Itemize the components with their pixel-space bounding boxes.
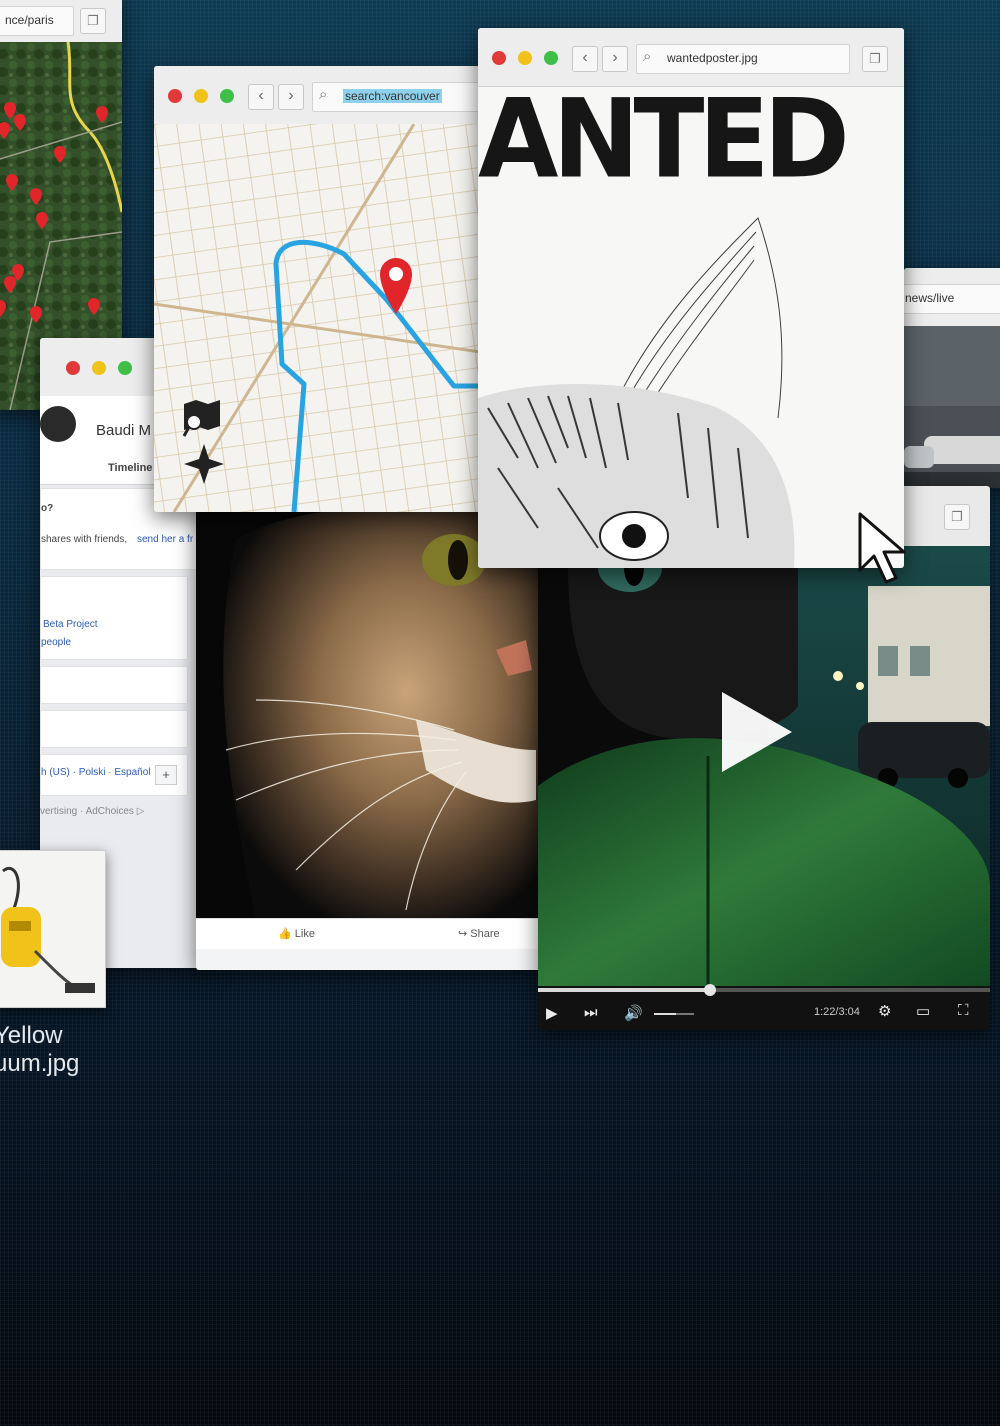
close-dot-icon[interactable] [168,89,182,103]
play-overlay-button[interactable] [722,692,792,772]
paris-address-bar[interactable]: nce/paris [0,6,74,36]
send-friend-request-link[interactable]: send her a fr [137,534,193,545]
project-link[interactable]: Beta Project [43,619,97,630]
ad-footer[interactable]: vertising · AdChoices ▷ [40,806,144,817]
friends-card [40,710,188,748]
minimize-dot-icon[interactable] [518,51,532,65]
paris-address-text: nce/paris [5,13,54,27]
maximize-dot-icon[interactable] [220,89,234,103]
back-icon[interactable]: ‹ [572,46,598,72]
news-street-image [904,326,1000,488]
intro-prefix: o? [41,503,54,514]
minimize-dot-icon[interactable] [92,361,106,375]
share-text: shares with friends, [41,534,128,545]
poster-address-bar[interactable]: ⌕ wantedposter.jpg [636,44,850,74]
language-list[interactable]: h (US) · Polski · Español [41,767,150,778]
back-icon[interactable]: ‹ [248,84,274,110]
copy-icon[interactable]: ❐ [862,46,888,72]
thumbs-up-icon: 👍 [278,928,292,940]
tab-timeline[interactable]: Timeline [108,462,152,474]
vancouver-map-window: ‹ › ⌕ search:vancouver [154,66,494,512]
progress-scrubber[interactable] [703,984,716,996]
street-map [154,124,494,512]
copy-icon[interactable]: ❐ [944,504,970,530]
like-label: Like [294,928,315,940]
file-caption-line2: uum.jpg [0,1050,80,1077]
volume-icon[interactable]: 🔊 [624,1004,643,1022]
news-live-window: news/live [904,268,1000,488]
post-action-bar: 👍 Like ↪ Share [196,918,556,949]
search-icon: ⌕ [319,86,328,103]
photos-card [40,666,188,704]
close-dot-icon[interactable] [492,51,506,65]
theater-mode-icon[interactable]: ▭ [916,1002,930,1020]
share-button[interactable]: ↪ Share [458,927,500,940]
vancouver-window-chrome: ‹ › ⌕ search:vancouver [154,66,494,125]
play-icon[interactable]: ▶ [546,1004,558,1022]
copy-icon[interactable]: ❐ [80,8,106,34]
forward-icon[interactable]: › [602,46,628,72]
profile-name[interactable]: Baudi M [96,422,151,439]
news-address-bar[interactable]: news/live [904,284,1000,314]
cat-sketch [478,217,795,568]
vancouver-address-bar[interactable]: ⌕ search:vancouver [312,82,494,112]
news-address-text: news/live [905,291,955,305]
maximize-dot-icon[interactable] [544,51,558,65]
share-arrow-icon: ↪ [458,928,468,940]
language-card: h (US) · Polski · Español + [40,754,188,796]
file-caption: Yellow uum.jpg [0,1022,79,1078]
mouse-pointer-icon [858,512,906,584]
settings-gear-icon[interactable]: ⚙ [878,1002,891,1020]
wanted-headline: ANTED [478,74,850,203]
progress-fill [538,988,710,992]
fullscreen-icon[interactable]: ⛶ [958,1002,969,1019]
about-card: Beta Project people [40,576,188,660]
wanted-poster-window: ‹ › ⌕ wantedposter.jpg ❐ ANTED [478,28,904,568]
like-button[interactable]: 👍 Like [278,927,315,940]
add-language-button[interactable]: + [155,765,177,785]
forward-icon[interactable]: › [278,84,304,110]
close-dot-icon[interactable] [66,361,80,375]
vacuum-image [1,867,95,993]
next-icon[interactable]: ⏭ [584,1004,598,1021]
maximize-dot-icon[interactable] [118,361,132,375]
people-link[interactable]: people [41,637,71,648]
time-display: 1:22/3:04 [814,1006,860,1018]
poster-address-text: wantedposter.jpg [667,51,758,65]
vacuum-file-thumbnail[interactable] [0,850,106,1008]
share-label: Share [470,928,500,940]
avatar[interactable] [40,406,76,442]
volume-fill [654,1013,676,1015]
file-caption-line1: Yellow [0,1022,63,1049]
progress-track[interactable] [538,984,990,996]
cat-photo-post: 👍 Like ↪ Share [196,500,556,970]
vancouver-address-text: search:vancouver [343,89,442,103]
minimize-dot-icon[interactable] [194,89,208,103]
video-controls: ▶ ⏭ 🔊 1:22/3:04 ⚙ ▭ ⛶ [538,984,990,1030]
news-window-chrome: news/live [904,268,1000,327]
paris-window-chrome: nce/paris ❐ [0,0,122,43]
search-icon: ⌕ [643,48,652,65]
volume-slider[interactable] [654,1013,694,1015]
